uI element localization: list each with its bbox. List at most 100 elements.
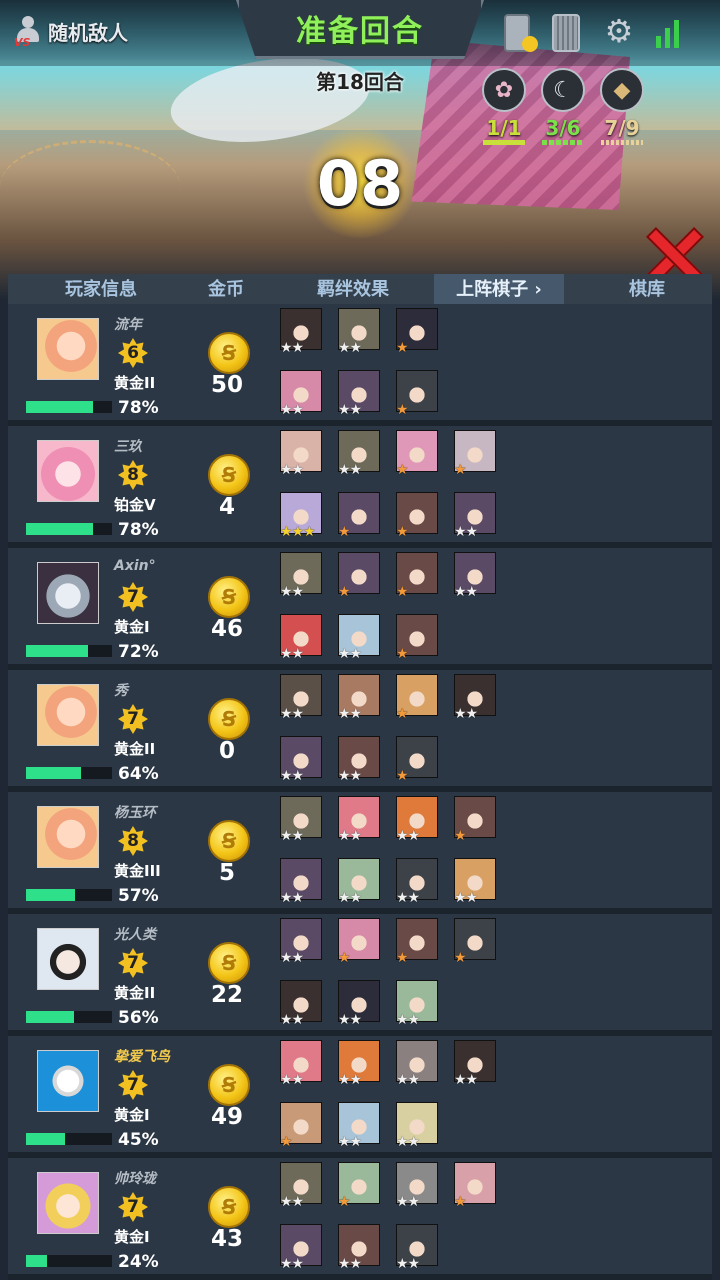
- phone-sync-icon[interactable]: [504, 14, 538, 52]
- unit-portrait[interactable]: ★: [396, 492, 438, 544]
- level-badge: 7: [118, 1070, 148, 1100]
- player-avatar: [37, 928, 99, 990]
- trait-sakura[interactable]: ✿ 1/1: [482, 68, 526, 145]
- star-rating: ★: [280, 1134, 293, 1150]
- unit-portrait[interactable]: ★★: [338, 308, 380, 360]
- unit-portrait[interactable]: ★★: [396, 1040, 438, 1092]
- trait-moon[interactable]: ☾ 3/6: [541, 68, 585, 145]
- unit-portrait[interactable]: ★★: [338, 858, 380, 910]
- player-row[interactable]: 流年 6 黄金II 78% Ꞩ 50 ★★ ★★ ★ ★★ ★★ ★: [8, 304, 712, 426]
- unit-portrait[interactable]: ★: [396, 370, 438, 422]
- unit-portrait[interactable]: ★: [454, 430, 496, 482]
- unit-portrait[interactable]: ★: [396, 614, 438, 666]
- unit-portrait[interactable]: ★★: [280, 308, 322, 360]
- unit-portrait[interactable]: ★★: [338, 614, 380, 666]
- unit-portrait[interactable]: ★: [338, 492, 380, 544]
- enemy-label: 随机敌人: [48, 20, 128, 45]
- player-row[interactable]: 秀 7 黄金II 64% Ꞩ 0 ★★ ★★ ★ ★★ ★★ ★★ ★: [8, 670, 712, 792]
- unit-portrait[interactable]: ★★: [338, 674, 380, 726]
- unit-portrait[interactable]: ★: [396, 918, 438, 970]
- gold-coin-icon: Ꞩ: [208, 820, 250, 862]
- unit-portrait[interactable]: ★★: [280, 736, 322, 788]
- player-rank: 黄金II: [114, 740, 156, 758]
- unit-portrait[interactable]: ★★: [396, 1162, 438, 1214]
- star-rating: ★★: [338, 340, 362, 356]
- star-rating: ★★: [280, 462, 304, 478]
- unit-portrait[interactable]: ★★: [280, 858, 322, 910]
- unit-portrait[interactable]: ★★: [454, 858, 496, 910]
- unit-portrait[interactable]: ★★: [280, 1040, 322, 1092]
- unit-portrait[interactable]: ★★: [396, 980, 438, 1032]
- star-rating: ★: [338, 524, 351, 540]
- tab-gold[interactable]: 金币: [194, 274, 258, 306]
- unit-portrait[interactable]: ★★: [454, 674, 496, 726]
- unit-portrait[interactable]: ★★: [280, 918, 322, 970]
- gold-coin-icon: Ꞩ: [208, 1064, 250, 1106]
- unit-portrait[interactable]: ★: [454, 796, 496, 848]
- player-row[interactable]: 三玖 8 铂金V 78% Ꞩ 4 ★★ ★★ ★ ★ ★★★ ★ ★ ★★: [8, 426, 712, 548]
- gear-icon[interactable]: ⚙: [602, 14, 636, 48]
- unit-portrait[interactable]: ★★: [454, 552, 496, 604]
- unit-portrait[interactable]: ★★: [338, 980, 380, 1032]
- chevron-right-icon: ›: [534, 279, 542, 300]
- star-rating: ★★: [396, 1012, 420, 1028]
- unit-portrait[interactable]: ★★: [338, 796, 380, 848]
- unit-portrait[interactable]: ★★: [396, 858, 438, 910]
- unit-portrait[interactable]: ★★: [454, 1040, 496, 1092]
- tab-bench[interactable]: 棋库: [608, 274, 686, 306]
- unit-portrait[interactable]: ★★: [280, 552, 322, 604]
- unit-portrait[interactable]: ★: [454, 918, 496, 970]
- unit-portrait[interactable]: ★★: [280, 614, 322, 666]
- health-percent: 78%: [118, 398, 159, 418]
- unit-portrait[interactable]: ★: [396, 308, 438, 360]
- unit-portrait[interactable]: ★★: [280, 1162, 322, 1214]
- unit-portrait[interactable]: ★★: [396, 1224, 438, 1276]
- unit-portrait[interactable]: ★★: [280, 980, 322, 1032]
- unit-portrait[interactable]: ★: [338, 1162, 380, 1214]
- player-row[interactable]: 光人类 7 黄金II 56% Ꞩ 22 ★★ ★ ★ ★ ★★ ★★ ★★: [8, 914, 712, 1036]
- unit-portrait[interactable]: ★: [396, 430, 438, 482]
- unit-portrait[interactable]: ★★: [396, 796, 438, 848]
- random-enemy-button[interactable]: VS 随机敌人: [14, 14, 128, 49]
- unit-portrait[interactable]: ★★: [338, 1102, 380, 1154]
- player-row[interactable]: Axin° 7 黄金I 72% Ꞩ 46 ★★ ★ ★ ★★ ★★ ★★ ★: [8, 548, 712, 670]
- unit-portrait[interactable]: ★: [280, 1102, 322, 1154]
- star-rating: ★★★: [280, 524, 316, 540]
- unit-portrait[interactable]: ★: [396, 674, 438, 726]
- unit-portrait[interactable]: ★★★: [280, 492, 322, 544]
- unit-portrait[interactable]: ★: [338, 918, 380, 970]
- unit-portrait[interactable]: ★★: [280, 370, 322, 422]
- player-row[interactable]: 挚爱飞鸟 7 黄金I 45% Ꞩ 49 ★★ ★★ ★★ ★★ ★ ★★ ★★: [8, 1036, 712, 1158]
- unit-portrait[interactable]: ★★: [280, 1224, 322, 1276]
- star-rating: ★★: [280, 706, 304, 722]
- tab-player-info[interactable]: 玩家信息: [8, 274, 194, 306]
- unit-portrait[interactable]: ★: [338, 552, 380, 604]
- unit-portrait[interactable]: ★★: [280, 796, 322, 848]
- player-row[interactable]: 帅玲珑 7 黄金I 24% Ꞩ 43 ★★ ★ ★★ ★ ★★ ★★ ★★: [8, 1158, 712, 1280]
- trait-rock[interactable]: ◆ 7/9: [600, 68, 644, 145]
- star-rating: ★: [396, 950, 409, 966]
- unit-portrait[interactable]: ★★: [454, 492, 496, 544]
- player-rank: 黄金II: [114, 374, 156, 392]
- unit-portrait[interactable]: ★★: [338, 370, 380, 422]
- unit-portrait[interactable]: ★★: [396, 1102, 438, 1154]
- unit-portrait[interactable]: ★★: [338, 1040, 380, 1092]
- unit-portrait[interactable]: ★: [396, 552, 438, 604]
- tab-deployed[interactable]: 上阵棋子 ›: [434, 274, 564, 306]
- player-avatar: [37, 806, 99, 868]
- level-badge: 8: [118, 826, 148, 856]
- countdown-timer: 08: [300, 128, 420, 238]
- book-icon[interactable]: [552, 14, 580, 52]
- unit-portrait[interactable]: ★★: [280, 674, 322, 726]
- star-rating: ★★: [338, 706, 362, 722]
- star-rating: ★★: [396, 890, 420, 906]
- unit-portrait[interactable]: ★★: [338, 1224, 380, 1276]
- unit-portrait[interactable]: ★: [454, 1162, 496, 1214]
- unit-portrait[interactable]: ★★: [280, 430, 322, 482]
- unit-portrait[interactable]: ★: [396, 736, 438, 788]
- tab-synergy[interactable]: 羁绊效果: [298, 274, 408, 306]
- player-row[interactable]: 杨玉环 8 黄金III 57% Ꞩ 5 ★★ ★★ ★★ ★ ★★ ★★ ★★ ★★: [8, 792, 712, 914]
- star-rating: ★★: [396, 1256, 420, 1272]
- unit-portrait[interactable]: ★★: [338, 736, 380, 788]
- unit-portrait[interactable]: ★★: [338, 430, 380, 482]
